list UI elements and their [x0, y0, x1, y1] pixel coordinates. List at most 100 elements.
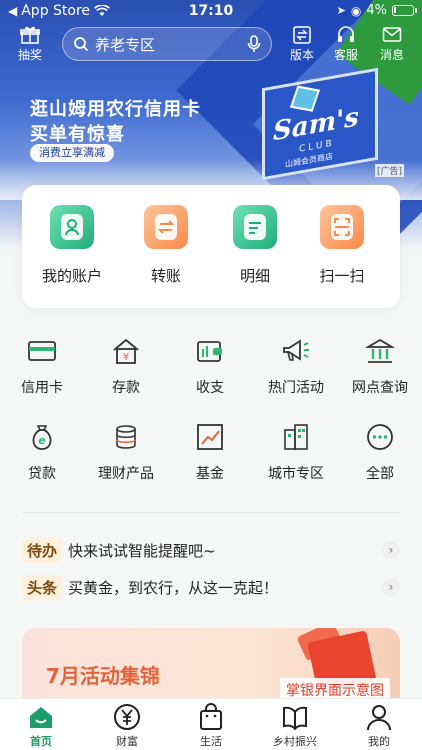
scan-icon: [320, 205, 364, 249]
promo-title: 7月活动集锦: [46, 664, 160, 688]
account-icon: [50, 205, 94, 249]
status-bar: ◀ App Store 17:10 ➤ ◉ 4%: [0, 0, 422, 22]
home-icon: [6, 703, 76, 731]
city-buildings-icon: [254, 421, 338, 453]
shopping-bag-icon: [176, 703, 246, 731]
service-label: 热门活动: [268, 380, 324, 396]
service-label: 客服: [333, 48, 358, 62]
credit-card-icon: [0, 335, 84, 367]
wealth-products-button[interactable]: 理财产品: [84, 421, 168, 483]
coin-stack-icon: [84, 421, 168, 453]
banner-title-line2: 买单有惊喜: [30, 124, 125, 145]
todo-notice[interactable]: 待办 快来试试智能提醒吧~ ›: [22, 537, 400, 563]
scan-button[interactable]: 扫一扫: [302, 205, 382, 286]
service-label: 基金: [196, 466, 224, 482]
envelope-icon: [372, 24, 412, 46]
tab-label: 乡村振兴: [273, 735, 317, 748]
quick-action-label: 扫一扫: [319, 267, 365, 285]
search-icon: [74, 37, 89, 52]
service-label: 全部: [366, 466, 394, 482]
headset-icon: [326, 24, 366, 46]
notice-text: 快来试试智能提醒吧~: [68, 541, 216, 560]
service-label: 网点查询: [352, 380, 408, 396]
money-bag-icon: e: [0, 421, 84, 453]
all-services-button[interactable]: 全部: [338, 421, 422, 483]
fund-button[interactable]: 基金: [168, 421, 252, 483]
transfer-button[interactable]: 转账: [126, 205, 206, 286]
tab-label: 生活: [200, 735, 222, 748]
location-icon: ➤: [336, 4, 346, 17]
tab-label: 财富: [116, 735, 138, 748]
city-zone-button[interactable]: 城市专区: [254, 421, 338, 483]
details-button[interactable]: 明细: [215, 205, 295, 286]
top-nav: 抽奖 养老专区 版本 客服 消息: [0, 24, 422, 66]
bank-building-icon: [338, 335, 422, 367]
open-book-icon: [260, 703, 330, 731]
trend-chart-icon: [168, 421, 252, 453]
megaphone-icon: [254, 335, 338, 367]
wallet-icon: [168, 335, 252, 367]
transfer-icon: [144, 205, 188, 249]
notice-tag: 头条: [22, 574, 63, 600]
quick-action-label: 转账: [150, 267, 181, 285]
yuan-coin-icon: [92, 703, 162, 731]
service-label: 城市专区: [268, 466, 324, 482]
tab-life[interactable]: 生活: [176, 703, 246, 749]
version-label: 版本: [289, 48, 314, 62]
service-label: 贷款: [28, 466, 56, 482]
headline-notice[interactable]: 头条 买黄金，到农行，从这一克起！ ›: [22, 574, 400, 600]
svg-text:¥: ¥: [123, 352, 129, 363]
chevron-right-icon[interactable]: ›: [382, 578, 400, 596]
tab-rural-revitalization[interactable]: 乡村振兴: [260, 703, 330, 749]
service-label: 收支: [196, 380, 224, 396]
notice-text: 买黄金，到农行，从这一克起！: [68, 578, 279, 597]
orientation-lock-icon: ◉: [350, 3, 362, 18]
tab-home[interactable]: 首页: [6, 703, 76, 749]
user-profile-icon: [344, 703, 414, 731]
customer-service-button[interactable]: 客服: [326, 24, 366, 63]
tab-wealth[interactable]: 财富: [92, 703, 162, 749]
service-label: 理财产品: [98, 466, 154, 482]
service-label: 信用卡: [21, 380, 63, 396]
microphone-icon[interactable]: [247, 35, 261, 53]
service-label: 存款: [112, 380, 140, 396]
sams-logo-text: Sam's: [273, 102, 359, 148]
notice-tag: 待办: [22, 537, 63, 563]
quick-actions-card: 我的账户 转账 明细 扫一扫: [22, 185, 400, 308]
tab-label: 首页: [30, 735, 52, 748]
status-right: ➤ ◉ 4%: [336, 3, 417, 18]
bottom-tab-bar: 首页 财富 生活 乡村振兴 我的: [0, 698, 422, 750]
sams-store-text: 山姆会员商店: [285, 151, 333, 170]
ad-tag: [广告]: [374, 164, 404, 177]
tab-mine[interactable]: 我的: [344, 703, 414, 749]
tab-label: 我的: [368, 735, 390, 748]
battery-icon: [392, 5, 417, 16]
version-switch-icon: [282, 24, 322, 46]
deposit-button[interactable]: ¥ 存款: [84, 335, 168, 397]
loan-button[interactable]: e 贷款: [0, 421, 84, 483]
lottery-button[interactable]: 抽奖: [10, 24, 50, 63]
message-label: 消息: [379, 48, 404, 62]
quick-action-label: 明细: [239, 267, 270, 285]
quick-action-label: 我的账户: [41, 267, 102, 285]
chevron-right-icon[interactable]: ›: [382, 541, 400, 559]
message-button[interactable]: 消息: [372, 24, 412, 63]
deposit-house-icon: ¥: [84, 335, 168, 367]
gift-icon: [10, 24, 50, 46]
banner-pill: 消费立享满减: [30, 144, 114, 162]
sams-logo-mark: [289, 85, 321, 112]
my-account-button[interactable]: 我的账户: [32, 205, 112, 286]
income-expense-button[interactable]: 收支: [168, 335, 252, 397]
battery-percent: 4%: [366, 3, 387, 18]
search-input[interactable]: 养老专区: [62, 27, 272, 61]
svg-text:e: e: [38, 434, 46, 447]
lottery-label: 抽奖: [17, 48, 42, 62]
branch-search-button[interactable]: 网点查询: [338, 335, 422, 397]
section-divider: [22, 512, 400, 513]
statement-list-icon: [233, 205, 277, 249]
banner-title-line1: 逛山姆用农行信用卡: [30, 99, 201, 120]
credit-card-button[interactable]: 信用卡: [0, 335, 84, 397]
search-placeholder: 养老专区: [95, 35, 156, 54]
version-button[interactable]: 版本: [282, 24, 322, 63]
hot-activities-button[interactable]: 热门活动: [254, 335, 338, 397]
